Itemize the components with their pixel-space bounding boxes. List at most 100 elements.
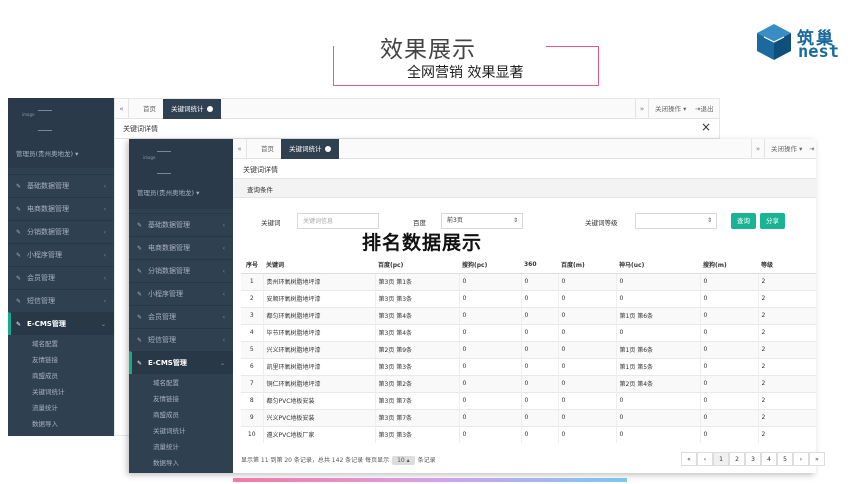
column-header[interactable]: 关键词 bbox=[263, 256, 375, 274]
close-ops-dropdown[interactable]: 关闭操作 ▾ bbox=[655, 99, 686, 119]
table-cell: 兴义PVC地板安装 bbox=[262, 408, 375, 426]
sidebar-item-sms[interactable]: ✎ 短信管理 ‹ bbox=[8, 289, 114, 312]
close-ops-dropdown[interactable]: 关闭操作 ▾ bbox=[771, 139, 802, 159]
table-cell: 第1页 第6条 bbox=[615, 306, 700, 324]
tab-home[interactable]: 首页 bbox=[135, 99, 164, 119]
sidebar-sub-traffic[interactable]: 流量统计 bbox=[153, 441, 179, 451]
sidebar-item-distribution[interactable]: ✎ 分销数据管理 ‹ bbox=[8, 220, 114, 243]
baidu-page-select[interactable]: 前3页 ⇕ bbox=[441, 213, 523, 229]
page-button[interactable]: ‹ bbox=[697, 452, 713, 466]
table-row: 6 凯里环氧树脂地坪漆 第3页 第3条 0 0 0 第1页 第5条 0 2 bbox=[241, 357, 816, 375]
sidebar-sub-links[interactable]: 友情链接 bbox=[32, 354, 58, 364]
sidebar-sub-domain[interactable]: 域名配置 bbox=[153, 377, 179, 387]
search-button[interactable]: 查询 bbox=[731, 213, 756, 229]
sidebar-sub-import[interactable]: 数据导入 bbox=[153, 457, 179, 467]
sidebar-sub-links[interactable]: 友情链接 bbox=[153, 393, 179, 403]
back-tab-bar: « 首页 关键词统计 » 关闭操作 ▾ ⇥退出 bbox=[115, 99, 719, 119]
sidebar-item-ecms[interactable]: ✎ E-CMS管理 ⌄ bbox=[129, 351, 233, 374]
query-conditions-header: 查询条件 bbox=[233, 179, 816, 198]
tab-home[interactable]: 首页 bbox=[253, 139, 282, 159]
table-row: 10 遵义PVC地板厂家 第3页 第3条 0 0 0 0 0 2 bbox=[241, 425, 816, 443]
keyword-input[interactable] bbox=[297, 213, 379, 229]
page-button[interactable]: 2 bbox=[729, 452, 745, 466]
table-cell: 0 bbox=[557, 374, 616, 392]
sidebar-item-sms[interactable]: ✎ 短信管理 ‹ bbox=[129, 328, 233, 351]
close-tab-icon[interactable] bbox=[324, 146, 331, 152]
tab-keyword-stats[interactable]: 关键词统计 bbox=[163, 99, 221, 119]
sidebar-sub-keyword-stats[interactable]: 关键词统计 bbox=[32, 386, 65, 396]
table-cell: 2 bbox=[757, 340, 816, 358]
table-cell: 0 bbox=[520, 408, 558, 426]
scroll-right-icon[interactable]: » bbox=[751, 139, 765, 159]
scroll-left-icon[interactable]: « bbox=[115, 99, 129, 119]
table-header-row: 序号 关键词 百度(pc) 搜狗(pc) 360 百度(m) 神马(uc) 搜狗… bbox=[241, 256, 816, 274]
column-header[interactable]: 序号 bbox=[241, 256, 263, 274]
tab-keyword-stats[interactable]: 关键词统计 bbox=[281, 139, 339, 159]
page-button[interactable]: 3 bbox=[745, 452, 761, 466]
page-button[interactable]: 4 bbox=[761, 452, 777, 466]
sidebar-item-members[interactable]: ✎ 会员管理 ‹ bbox=[8, 266, 114, 289]
keyword-ranking-table: 序号 关键词 百度(pc) 搜狗(pc) 360 百度(m) 神马(uc) 搜狗… bbox=[241, 256, 816, 443]
share-button[interactable]: 分享 bbox=[760, 213, 785, 229]
pagination-info: 显示第 11 到第 20 条记录，总共 142 条记录 每页显示 10 ▴ 条记录 bbox=[241, 456, 436, 465]
table-cell: 0 bbox=[520, 289, 558, 307]
logout-button[interactable]: ⇥退出 bbox=[695, 99, 713, 119]
page-button[interactable]: » bbox=[809, 452, 825, 466]
sidebar-sub-traffic[interactable]: 流量统计 bbox=[32, 402, 58, 412]
page-button[interactable]: 5 bbox=[777, 452, 793, 466]
table-cell: 都匀PVC地板安装 bbox=[262, 391, 375, 409]
keyword-level-select[interactable]: ⇕ bbox=[635, 213, 717, 229]
sidebar-item-distribution[interactable]: ✎ 分销数据管理 ‹ bbox=[129, 259, 233, 282]
sidebar-item-miniprogram[interactable]: ✎ 小程序管理 ‹ bbox=[129, 282, 233, 305]
column-header[interactable]: 搜狗(m) bbox=[700, 256, 758, 274]
logout-icon[interactable]: ⇥ bbox=[809, 139, 814, 159]
table-cell: 0 bbox=[458, 289, 521, 307]
table-cell: 0 bbox=[615, 272, 700, 290]
sidebar-item-miniprogram[interactable]: ✎ 小程序管理 ‹ bbox=[8, 243, 114, 266]
chevron-left-icon: ‹ bbox=[103, 275, 106, 282]
table-cell: 第2页 第4条 bbox=[615, 374, 700, 392]
column-header[interactable]: 百度(pc) bbox=[375, 256, 459, 274]
sidebar-item-basic-data[interactable]: ✎ 基础数据管理 ‹ bbox=[129, 213, 233, 236]
user-menu[interactable]: 管理员(贵州奥地龙) ▾ bbox=[137, 187, 199, 197]
front-main-panel: « 首页 关键词统计 » 关闭操作 ▾ ⇥ 关键词详情 查询条件 关键词 百度 … bbox=[233, 139, 825, 473]
sidebar-item-members[interactable]: ✎ 会员管理 ‹ bbox=[129, 305, 233, 328]
sidebar-item-basic-data[interactable]: ✎ 基础数据管理 ‹ bbox=[8, 174, 114, 197]
sidebar-item-ecms[interactable]: ✎ E-CMS管理 ⌄ bbox=[8, 312, 114, 335]
sidebar-sub-alliance[interactable]: 商盟成员 bbox=[32, 370, 58, 380]
chevron-left-icon: ‹ bbox=[222, 245, 225, 252]
column-header[interactable]: 搜狗(pc) bbox=[459, 256, 521, 274]
user-menu[interactable]: 管理员(贵州奥地龙) ▾ bbox=[16, 148, 78, 158]
sidebar-sub-domain[interactable]: 域名配置 bbox=[32, 338, 58, 348]
sidebar-sub-keyword-stats[interactable]: 关键词统计 bbox=[153, 425, 186, 435]
page-size-dropdown[interactable]: 10 ▴ bbox=[392, 456, 415, 465]
scroll-right-icon[interactable]: » bbox=[635, 99, 649, 119]
table-cell: 0 bbox=[615, 289, 700, 307]
table-cell: 0 bbox=[699, 272, 758, 290]
table-cell: 2 bbox=[757, 323, 816, 341]
table-cell: 0 bbox=[699, 306, 758, 324]
baidu-label: 百度 bbox=[413, 219, 426, 227]
sidebar-item-ecommerce[interactable]: ✎ 电商数据管理 ‹ bbox=[8, 197, 114, 220]
table-cell: 8 bbox=[241, 391, 263, 409]
close-icon[interactable]: × bbox=[701, 120, 711, 134]
column-header[interactable]: 等级 bbox=[758, 256, 816, 274]
page-button[interactable]: 1 bbox=[713, 452, 729, 466]
table-cell: 第3页 第3条 bbox=[374, 425, 459, 443]
table-cell: 4 bbox=[241, 323, 263, 341]
page-button[interactable]: « bbox=[681, 452, 697, 466]
sidebar-sub-alliance[interactable]: 商盟成员 bbox=[153, 409, 179, 419]
scroll-left-icon[interactable]: « bbox=[233, 139, 247, 159]
close-tab-icon[interactable] bbox=[206, 106, 213, 112]
sidebar-item-ecommerce[interactable]: ✎ 电商数据管理 ‹ bbox=[129, 236, 233, 259]
column-header[interactable]: 360 bbox=[521, 256, 558, 274]
page-button[interactable]: › bbox=[793, 452, 809, 466]
table-cell: 第3页 第3条 bbox=[374, 289, 459, 307]
table-cell: 第2页 第9条 bbox=[374, 340, 459, 358]
table-row: 5 兴义环氧树脂地坪漆 第2页 第9条 0 0 0 第1页 第6条 0 2 bbox=[241, 340, 816, 358]
column-header[interactable]: 百度(m) bbox=[558, 256, 616, 274]
overlay-caption: 排名数据展示 bbox=[362, 232, 483, 254]
edit-icon: ✎ bbox=[137, 291, 143, 298]
sidebar-sub-import[interactable]: 数据导入 bbox=[32, 418, 58, 428]
column-header[interactable]: 神马(uc) bbox=[616, 256, 700, 274]
